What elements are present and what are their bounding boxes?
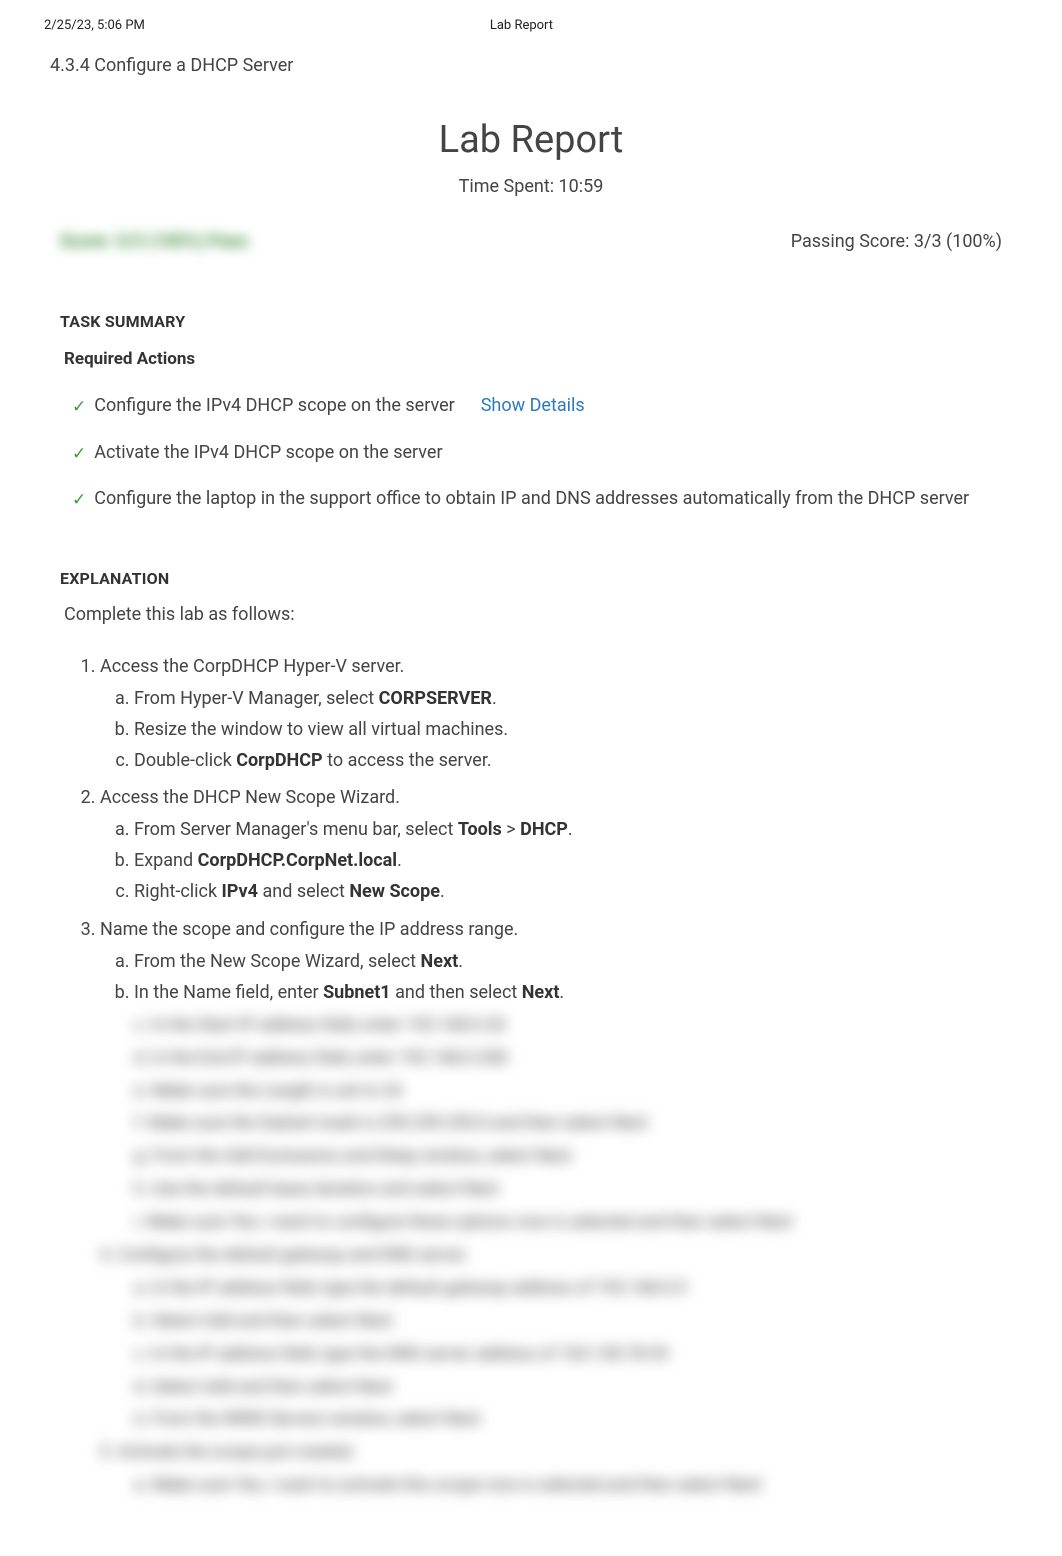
substep-item: Expand CorpDHCP.CorpNet.local. (134, 847, 1002, 875)
action-item: ✓ Configure the IPv4 DHCP scope on the s… (60, 383, 1002, 430)
explanation-heading: EXPLANATION (60, 569, 1002, 588)
blurred-content-region: c. In the Start IP address field, enter … (100, 1011, 1002, 1500)
substep-item: In the Name field, enter Subnet1 and the… (134, 979, 1002, 1007)
action-text: Activate the IPv4 DHCP scope on the serv… (94, 440, 442, 466)
blur-line: c. In the IP address field, type the DNS… (134, 1340, 1002, 1369)
page-title: Lab Report (0, 118, 1062, 162)
blur-line: d. Select Add and then select Next (134, 1373, 1002, 1402)
blur-line: 5. Activate the scope just created. (100, 1438, 1002, 1467)
task-summary-heading: TASK SUMMARY (60, 312, 1002, 331)
check-icon: ✓ (72, 488, 86, 513)
explanation-intro: Complete this lab as follows: (60, 604, 1002, 625)
blur-line: f. Make sure the Subnet mask is 255.255.… (134, 1109, 1002, 1138)
step-item: Name the scope and configure the IP addr… (100, 916, 1002, 1500)
header-doc-title: Lab Report (145, 18, 898, 33)
substeps-list: From Server Manager's menu bar, select T… (100, 816, 1002, 906)
step-text: Access the DHCP New Scope Wizard. (100, 787, 400, 808)
required-actions-heading: Required Actions (60, 349, 1002, 369)
blur-line: b. Select Add and then select Next (134, 1307, 1002, 1336)
action-item: ✓ Activate the IPv4 DHCP scope on the se… (60, 430, 1002, 477)
check-icon: ✓ (72, 395, 86, 420)
substep-item: From the New Scope Wizard, select Next. (134, 948, 1002, 976)
lab-section-number: 4.3.4 Configure a DHCP Server (0, 41, 1062, 90)
score-row: Score: 3/3 (100%) Pass Passing Score: 3/… (0, 231, 1062, 252)
blur-line: a. Make sure Yes, I want to activate thi… (134, 1471, 1002, 1500)
substeps-list: From Hyper-V Manager, select CORPSERVER.… (100, 685, 1002, 775)
check-icon: ✓ (72, 442, 86, 467)
step-item: Access the CorpDHCP Hyper-V server. From… (100, 653, 1002, 775)
substep-item: Right-click IPv4 and select New Scope. (134, 878, 1002, 906)
blur-line: c. In the Start IP address field, enter … (134, 1011, 1002, 1040)
header-spacer (898, 18, 1018, 33)
action-item: ✓ Configure the laptop in the support of… (60, 476, 1002, 523)
header-datetime: 2/25/23, 5:06 PM (44, 18, 145, 33)
action-text: Configure the laptop in the support offi… (94, 486, 969, 512)
passing-score: Passing Score: 3/3 (100%) (791, 231, 1002, 252)
substep-item: From Server Manager's menu bar, select T… (134, 816, 1002, 844)
step-item: Access the DHCP New Scope Wizard. From S… (100, 784, 1002, 906)
blur-line: i. Make sure Yes, I want to configure th… (134, 1208, 1002, 1237)
blur-line: h. Use the default lease duration and se… (134, 1175, 1002, 1204)
steps-list: Access the CorpDHCP Hyper-V server. From… (60, 653, 1002, 1500)
score-blurred: Score: 3/3 (100%) Pass (60, 231, 248, 252)
show-details-link[interactable]: Show Details (481, 393, 585, 419)
action-text: Configure the IPv4 DHCP scope on the ser… (94, 393, 454, 419)
blur-line: d. In the End IP address field, enter 19… (134, 1044, 1002, 1073)
blur-line: e. From the WINS Servers window, select … (134, 1405, 1002, 1434)
time-spent: Time Spent: 10:59 (0, 176, 1062, 197)
substep-item: Resize the window to view all virtual ma… (134, 716, 1002, 744)
blur-line: g. From the Add Exclusions and Delay win… (134, 1142, 1002, 1171)
step-text: Name the scope and configure the IP addr… (100, 919, 518, 940)
blur-line: a. In the IP address field, type the def… (134, 1274, 1002, 1303)
blur-line: 4. Configure the default gateway and DNS… (100, 1241, 1002, 1270)
blur-line: e. Make sure the Length is set to 24 (134, 1077, 1002, 1106)
step-text: Access the CorpDHCP Hyper-V server. (100, 656, 404, 677)
substep-item: From Hyper-V Manager, select CORPSERVER. (134, 685, 1002, 713)
print-header: 2/25/23, 5:06 PM Lab Report (0, 0, 1062, 41)
substeps-list: From the New Scope Wizard, select Next. … (100, 948, 1002, 1007)
substep-item: Double-click CorpDHCP to access the serv… (134, 747, 1002, 775)
